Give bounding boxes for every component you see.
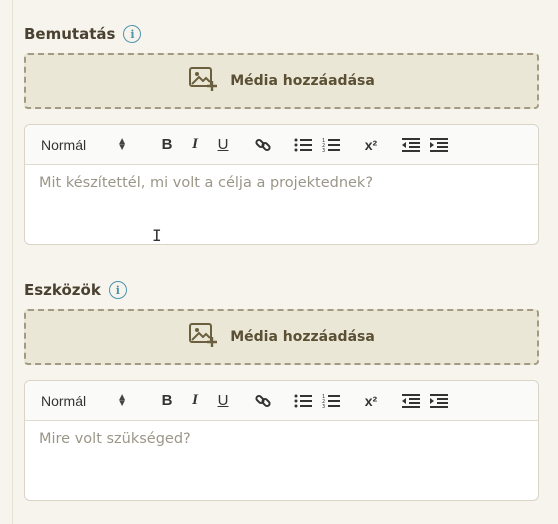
rich-text-editor: Normál ▲ ▼ B I U 123 x²	[24, 380, 539, 501]
section-eszkozok: Eszközök i Média hozzáadása Normál ▲▼ B	[24, 279, 539, 501]
bullet-list-icon[interactable]	[289, 133, 317, 157]
underline-button[interactable]: U	[209, 389, 237, 413]
numbered-list-icon[interactable]: 123	[317, 389, 345, 413]
image-add-icon	[188, 322, 218, 352]
bold-button[interactable]: B	[153, 133, 181, 157]
indent-icon[interactable]	[425, 389, 453, 413]
superscript-button[interactable]: x²	[357, 389, 385, 413]
editor-toolbar: Normál ▲ ▼ B I U 123 x²	[25, 125, 538, 165]
editor-toolbar: Normál ▲ ▼ B I U 123 x²	[25, 381, 538, 421]
format-select-value: Normál	[41, 136, 87, 153]
add-media-button[interactable]: Média hozzáadása	[24, 53, 539, 109]
outdent-icon[interactable]	[397, 133, 425, 157]
add-media-button[interactable]: Média hozzáadása	[24, 309, 539, 365]
editor-content[interactable]: Mire volt szükséged?	[25, 421, 538, 500]
outdent-icon[interactable]	[397, 389, 425, 413]
select-arrows-icon: ▲ ▼	[117, 135, 127, 153]
editor-content[interactable]: Mit készítettél, mi volt a célja a proje…	[25, 165, 538, 244]
section-title: Eszközök	[24, 281, 101, 299]
section-bemutatas: Bemutatás i Média hozzáadása Normál ▲▼	[24, 23, 539, 245]
bullet-list-icon[interactable]	[289, 389, 317, 413]
svg-text:3: 3	[322, 148, 325, 152]
format-select-value: Normál	[41, 392, 87, 409]
text-cursor-icon: I	[152, 226, 162, 245]
numbered-list-icon[interactable]: 123	[317, 133, 345, 157]
section-header: Bemutatás i	[24, 23, 539, 45]
add-media-label: Média hozzáadása	[230, 329, 375, 345]
link-icon[interactable]	[249, 133, 277, 157]
superscript-button[interactable]: x²	[357, 133, 385, 157]
select-arrows-icon: ▲ ▼	[117, 391, 127, 409]
link-icon[interactable]	[249, 389, 277, 413]
svg-text:3: 3	[322, 404, 325, 408]
italic-button[interactable]: I	[181, 389, 209, 413]
form-panel: Bemutatás i Média hozzáadása Normál ▲▼	[12, 0, 558, 524]
indent-icon[interactable]	[425, 133, 453, 157]
underline-button[interactable]: U	[209, 133, 237, 157]
section-title: Bemutatás	[24, 25, 116, 43]
bold-button[interactable]: B	[153, 389, 181, 413]
rich-text-editor: Normál ▲ ▼ B I U 123 x²	[24, 124, 539, 245]
image-add-icon	[188, 66, 218, 96]
format-select[interactable]: Normál ▲ ▼	[41, 391, 127, 409]
italic-button[interactable]: I	[181, 133, 209, 157]
info-icon[interactable]: i	[108, 281, 127, 299]
info-icon[interactable]: i	[123, 25, 142, 43]
section-header: Eszközök i	[24, 279, 539, 301]
add-media-label: Média hozzáadása	[230, 73, 375, 89]
format-select[interactable]: Normál ▲ ▼	[41, 135, 127, 153]
